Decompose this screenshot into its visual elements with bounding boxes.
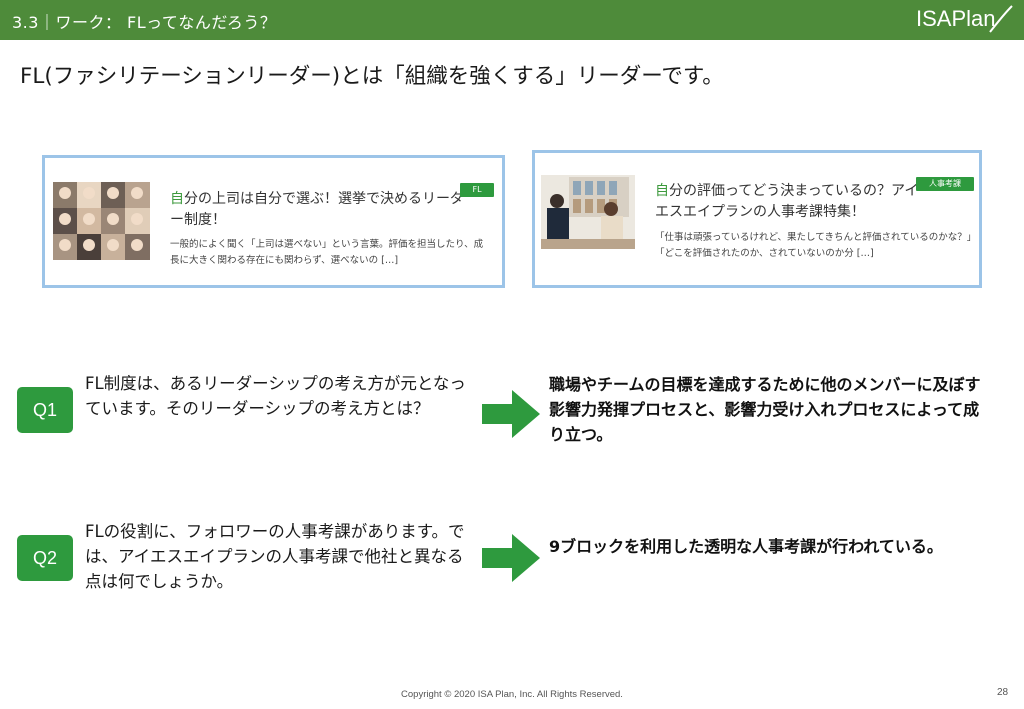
article-card-fl[interactable]: 自分の上司は自分で選ぶ！選挙で決めるリーダー制度！ 一般的によく聞く「上司は選べ… xyxy=(42,155,505,288)
page-number: 28 xyxy=(997,687,1009,698)
headline-text: 分の上司は自分で選ぶ！選挙で決めるリーダー制度！ xyxy=(170,191,464,228)
copyright-notice: Copyright © 2020 ISA Plan, Inc. All Righ… xyxy=(401,689,623,700)
article-headline[interactable]: 自分の上司は自分で選ぶ！選挙で決めるリーダー制度！ xyxy=(170,189,465,231)
logo-swoosh-icon xyxy=(989,5,1013,33)
headline-accent: 自 xyxy=(170,191,184,207)
header-bar: 3.3｜ワーク： FLってなんだろう？ ISAPlan xyxy=(0,0,1024,40)
article-summary: 「仕事は頑張っているけれど、果たしてきちんと評価されているのかな？」「どこを評価… xyxy=(655,232,977,259)
section-title: 3.3｜ワーク： FLってなんだろう？ xyxy=(12,13,277,32)
q1-badge: Q1 xyxy=(17,387,73,433)
q1-question: FL制度は、あるリーダーシップの考え方が元となっています。そのリーダーシップの考… xyxy=(85,374,466,418)
q1-answer: 職場やチームの目標を達成するために他のメンバーに及ぼす影響力発揮プロセスと、影響… xyxy=(549,375,981,444)
category-tag[interactable]: FL xyxy=(460,183,494,197)
q2-badge: Q2 xyxy=(17,535,73,581)
article-card-jinji-koka[interactable]: 自分の評価ってどう決まっているの？アイエスエイプランの人事考課特集！ 「仕事は頑… xyxy=(532,150,982,288)
q2-question: FLの役割に、フォロワーの人事考課があります。では、アイエスエイプランの人事考課… xyxy=(85,522,465,591)
article-summary: 一般的によく聞く「上司は選べない」という言葉。評価を担当したり、成長に大きく関わ… xyxy=(170,239,484,266)
category-tag[interactable]: 人事考課 xyxy=(916,177,974,191)
article-thumbnail xyxy=(53,182,150,260)
isaplan-logo: ISAPlan xyxy=(916,6,996,31)
headline-accent: 自 xyxy=(655,183,669,199)
arrow-right-icon xyxy=(482,534,540,582)
arrow-right-icon xyxy=(482,390,540,438)
q2-answer: 9ブロックを利用した透明な人事考課が行われている。 xyxy=(549,537,943,556)
page-title: FL(ファシリテーションリーダー)とは「組織を強くする」リーダーです。 xyxy=(20,64,724,89)
article-headline[interactable]: 自分の評価ってどう決まっているの？アイエスエイプランの人事考課特集！ xyxy=(655,181,925,223)
headline-text: 分の評価ってどう決まっているの？アイエスエイプランの人事考課特集！ xyxy=(655,183,919,220)
article-thumbnail xyxy=(541,175,635,249)
